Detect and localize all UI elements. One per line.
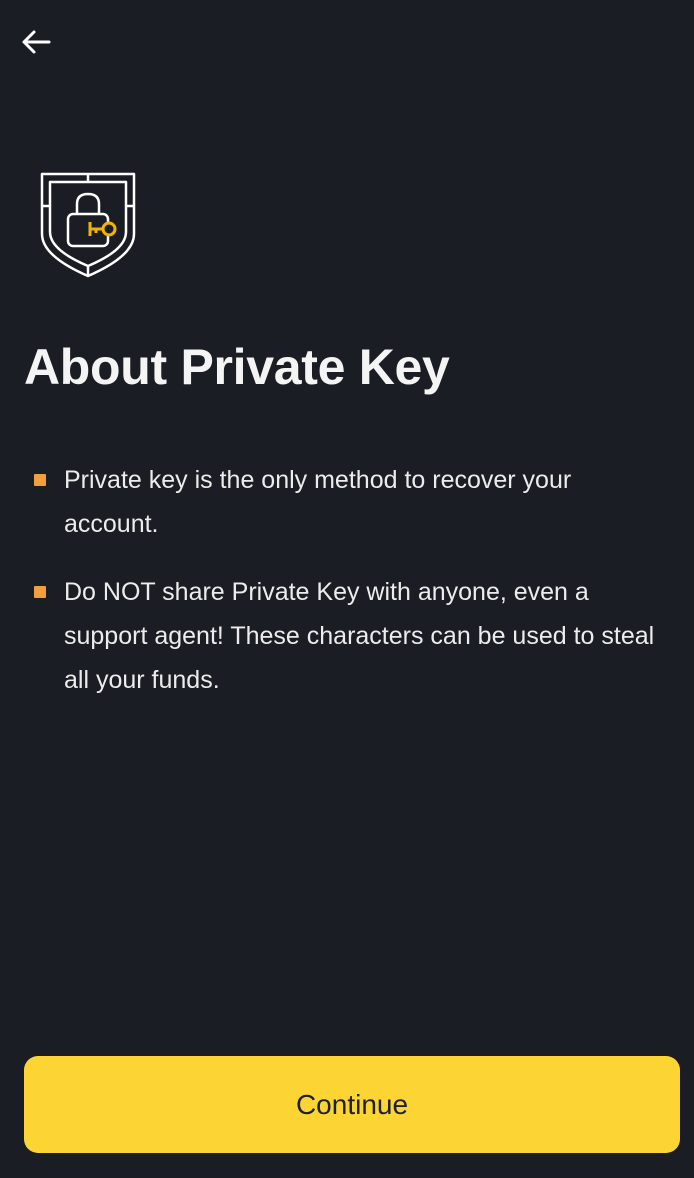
bullet-icon <box>34 474 46 486</box>
shield-lock-key-icon <box>40 172 136 278</box>
info-list: Private key is the only method to recove… <box>34 458 664 726</box>
list-item-text: Private key is the only method to recove… <box>64 466 572 538</box>
page-title: About Private Key <box>24 339 450 395</box>
list-item-text: Do NOT share Private Key with anyone, ev… <box>64 578 655 694</box>
back-button[interactable] <box>18 24 54 60</box>
bullet-icon <box>34 586 46 598</box>
arrow-left-icon <box>22 30 51 54</box>
list-item: Do NOT share Private Key with anyone, ev… <box>34 570 664 702</box>
continue-button[interactable]: Continue <box>24 1056 680 1153</box>
list-item: Private key is the only method to recove… <box>34 458 664 546</box>
